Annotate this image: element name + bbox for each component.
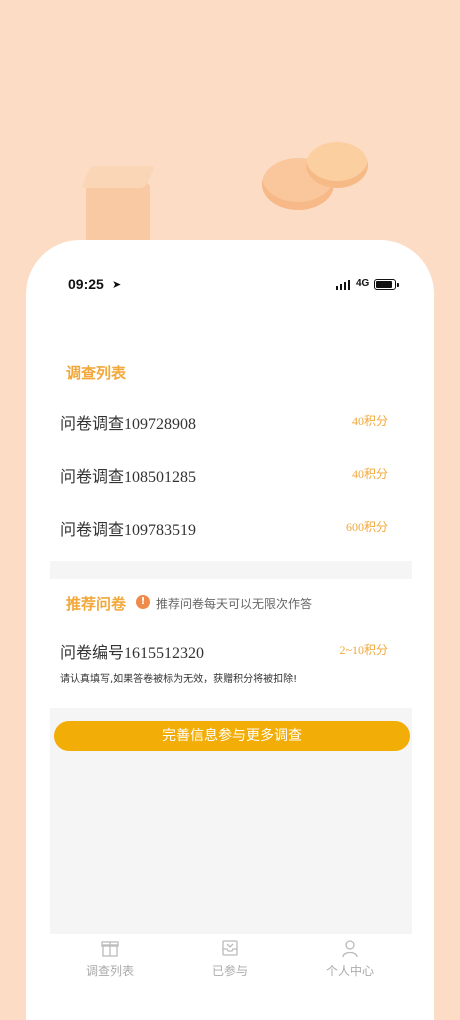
person-icon: [342, 940, 358, 958]
background-coin-decoration: [306, 142, 368, 188]
recommended-title: 推荐问卷: [66, 595, 127, 613]
survey-points: 40积分: [351, 467, 388, 481]
signal-icon: [336, 280, 350, 290]
location-arrow-icon: ➤: [112, 278, 122, 291]
survey-row[interactable]: 问卷调查108501285 40积分: [50, 447, 412, 500]
survey-name: 问卷调查109783519: [60, 522, 197, 539]
battery-icon: [374, 279, 399, 290]
tab-bar: 调查列表 已参与 个人中心: [26, 934, 434, 994]
tab-profile[interactable]: 个人中心: [290, 934, 410, 994]
notice-text: 请认真填写,如果答卷被标为无效，获赠积分将被扣除!: [60, 674, 298, 685]
survey-name: 问卷调查109728908: [60, 416, 197, 433]
tab-label: 调查列表: [85, 964, 134, 978]
recommended-survey-name: 问卷编号1615512320: [60, 645, 205, 662]
recommended-survey-points: 2~10积分: [339, 643, 389, 657]
tab-participated[interactable]: 已参与: [170, 934, 290, 994]
section-divider: [50, 561, 412, 579]
status-bar: 09:25 ➤ 4G: [26, 240, 434, 320]
main-content: 调查列表 问卷调查109728908 40积分 问卷调查108501285 40…: [50, 350, 412, 701]
status-time: 09:25: [68, 276, 104, 292]
survey-name: 问卷调查108501285: [60, 469, 197, 486]
tab-survey-list[interactable]: 调查列表: [50, 934, 170, 994]
survey-row[interactable]: 问卷调查109783519 600积分: [50, 500, 412, 553]
tab-label: 个人中心: [325, 964, 374, 978]
phone-screen: 09:25 ➤ 4G 调查列表 问卷调查109728908 40积分 问卷调查1…: [26, 240, 434, 1020]
survey-row[interactable]: 问卷调查109728908 40积分: [50, 394, 412, 447]
recommended-hint: 推荐问卷每天可以无限次作答: [156, 597, 313, 611]
complete-info-button[interactable]: 完善信息参与更多调查: [54, 721, 410, 751]
network-label: 4G: [356, 278, 370, 289]
tab-label: 已参与: [211, 964, 248, 978]
gift-icon: [101, 941, 119, 957]
survey-list-title: 调查列表: [66, 364, 127, 382]
recommended-survey-row[interactable]: 问卷编号1615512320 2~10积分: [50, 625, 412, 671]
info-icon: !: [136, 595, 150, 609]
survey-points: 40积分: [351, 414, 388, 428]
recommended-header: 推荐问卷 ! 推荐问卷每天可以无限次作答: [50, 579, 412, 625]
survey-points: 600积分: [345, 520, 388, 534]
inbox-icon: [222, 940, 238, 956]
